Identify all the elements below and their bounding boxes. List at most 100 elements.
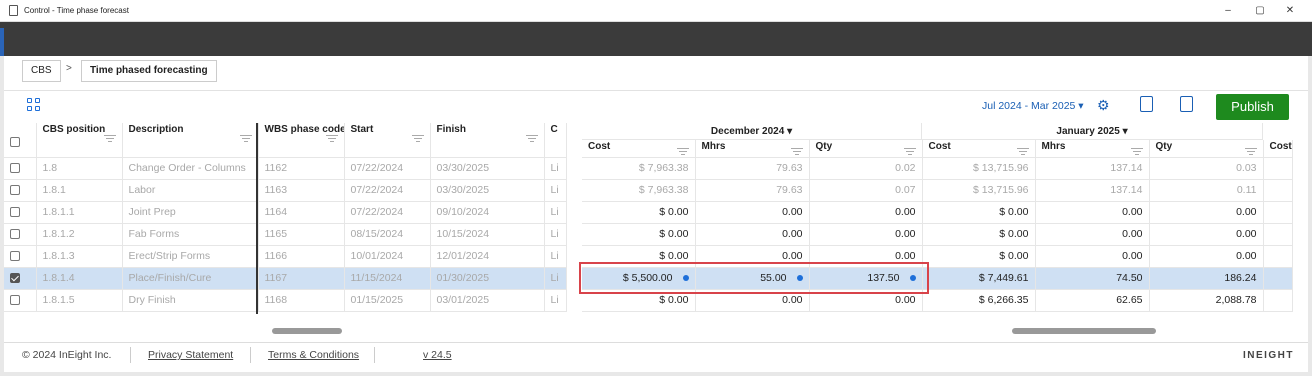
jan-mhrs-cell[interactable]: 0.00 <box>1035 201 1150 224</box>
dec-mhrs-cell[interactable]: 79.63 <box>695 179 810 202</box>
right-scroll-thumb[interactable] <box>1012 328 1156 334</box>
start-cell[interactable]: 07/22/2024 <box>344 157 431 180</box>
feb-cost-cell[interactable] <box>1263 157 1293 180</box>
terms-link[interactable]: Terms & Conditions <box>268 349 359 361</box>
left-scroll-thumb[interactable] <box>272 328 342 334</box>
start-cell[interactable]: 08/15/2024 <box>344 223 431 246</box>
table-row[interactable]: 1.8.1 Labor 1163 07/22/2024 03/30/2025 Li <box>4 179 567 202</box>
month-header-january[interactable]: January 2025 ▾ <box>922 123 1263 140</box>
start-cell[interactable]: 11/15/2024 <box>344 267 431 290</box>
row-checkbox[interactable] <box>10 163 20 174</box>
version-link[interactable]: v 24.5 <box>423 349 452 361</box>
jan-qty-cell[interactable]: 0.00 <box>1149 245 1264 268</box>
jan-mhrs-cell[interactable]: 0.00 <box>1035 223 1150 246</box>
c-cell[interactable]: Li <box>544 223 567 246</box>
breadcrumb-cbs[interactable]: CBS <box>22 60 61 82</box>
header-cbs-position[interactable]: CBS position <box>36 123 123 158</box>
month-header-december[interactable]: December 2024 ▾ <box>582 123 922 140</box>
jan-qty-cell[interactable]: 186.24 <box>1149 267 1264 290</box>
description-cell[interactable]: Fab Forms <box>122 223 259 246</box>
description-cell[interactable]: Change Order - Columns <box>122 157 259 180</box>
right-horizontal-scrollbar[interactable] <box>588 325 1294 337</box>
dec-cost-cell[interactable]: $ 7,963.38 <box>582 179 696 202</box>
filter-icon[interactable] <box>1016 148 1029 156</box>
description-cell[interactable]: Place/Finish/Cure <box>122 267 259 290</box>
row-checkbox[interactable] <box>10 207 20 218</box>
description-cell[interactable]: Joint Prep <box>122 201 259 224</box>
privacy-link[interactable]: Privacy Statement <box>148 349 233 361</box>
jan-qty-cell[interactable]: 0.11 <box>1149 179 1264 202</box>
jan-mhrs-cell[interactable]: 137.14 <box>1035 179 1150 202</box>
dec-cost-cell[interactable]: $ 7,963.38 <box>582 157 696 180</box>
header-wbs-phase-code[interactable]: WBS phase code <box>258 123 345 158</box>
feb-cost-cell[interactable] <box>1263 179 1293 202</box>
forecast-row[interactable]: $ 0.00 0.00 0.00 $ 0.00 0.00 0.00 <box>582 223 1293 246</box>
header-dec-mhrs[interactable]: Mhrs <box>695 140 810 158</box>
filter-icon[interactable] <box>790 148 803 156</box>
table-row[interactable]: 1.8.1.3 Erect/Strip Forms 1166 10/01/2024 12… <box>4 245 567 268</box>
date-range-selector[interactable]: Jul 2024 - Mar 2025 ▾ <box>982 100 1084 112</box>
row-checkbox[interactable] <box>10 185 20 196</box>
cbs-cell[interactable]: 1.8.1 <box>36 179 123 202</box>
row-select-cell[interactable] <box>4 201 37 224</box>
finish-cell[interactable]: 12/01/2024 <box>430 245 545 268</box>
jan-qty-cell[interactable]: 2,088.78 <box>1149 289 1264 312</box>
publish-button[interactable]: Publish <box>1216 94 1289 120</box>
finish-cell[interactable]: 03/01/2025 <box>430 289 545 312</box>
edit-document-icon[interactable] <box>1180 96 1193 112</box>
row-checkbox[interactable] <box>10 251 20 262</box>
start-cell[interactable]: 10/01/2024 <box>344 245 431 268</box>
jan-mhrs-cell[interactable]: 74.50 <box>1035 267 1150 290</box>
jan-cost-cell[interactable]: $ 0.00 <box>922 245 1036 268</box>
c-cell[interactable]: Li <box>544 157 567 180</box>
row-select-cell[interactable] <box>4 179 37 202</box>
table-row[interactable]: 1.8.1.1 Joint Prep 1164 07/22/2024 09/10/202… <box>4 201 567 224</box>
c-cell[interactable]: Li <box>544 289 567 312</box>
feb-cost-cell[interactable] <box>1263 245 1293 268</box>
finish-cell[interactable]: 03/30/2025 <box>430 157 545 180</box>
filter-icon[interactable] <box>1244 148 1257 156</box>
dec-qty-cell[interactable]: 0.00 <box>809 223 923 246</box>
select-all-header[interactable] <box>4 123 37 158</box>
select-all-checkbox[interactable] <box>10 137 20 147</box>
header-jan-mhrs[interactable]: Mhrs <box>1035 140 1150 158</box>
wbs-cell[interactable]: 1162 <box>258 157 345 180</box>
table-row[interactable]: 1.8 Change Order - Columns 1162 07/22/2024 0… <box>4 157 567 180</box>
forecast-row[interactable]: $ 7,963.38 79.63 0.02 $ 13,715.96 137.14 0.03 <box>582 157 1293 180</box>
header-start[interactable]: Start <box>344 123 431 158</box>
table-row[interactable]: 1.8.1.5 Dry Finish 1168 01/15/2025 03/01/202… <box>4 289 567 312</box>
header-jan-qty[interactable]: Qty <box>1149 140 1264 158</box>
feb-cost-cell[interactable] <box>1263 289 1293 312</box>
dec-mhrs-cell[interactable]: 0.00 <box>695 223 810 246</box>
description-cell[interactable]: Erect/Strip Forms <box>122 245 259 268</box>
table-row[interactable]: 1.8.1.2 Fab Forms 1165 08/15/2024 10/15/2024… <box>4 223 567 246</box>
c-cell[interactable]: Li <box>544 179 567 202</box>
start-cell[interactable]: 07/22/2024 <box>344 179 431 202</box>
filter-icon[interactable] <box>903 148 916 156</box>
filter-icon[interactable] <box>411 135 424 143</box>
filter-icon[interactable] <box>525 135 538 143</box>
wbs-cell[interactable]: 1164 <box>258 201 345 224</box>
wbs-cell[interactable]: 1167 <box>258 267 345 290</box>
header-feb-cost[interactable]: Cost <box>1263 140 1293 158</box>
table-row[interactable]: 1.8.1.4 Place/Finish/Cure 1167 11/15/2024 01… <box>4 267 567 290</box>
jan-mhrs-cell[interactable]: 62.65 <box>1035 289 1150 312</box>
jan-cost-cell[interactable]: $ 0.00 <box>922 223 1036 246</box>
start-cell[interactable]: 01/15/2025 <box>344 289 431 312</box>
filter-icon[interactable] <box>1130 148 1143 156</box>
cbs-cell[interactable]: 1.8.1.2 <box>36 223 123 246</box>
feb-cost-cell[interactable] <box>1263 267 1293 290</box>
row-select-cell[interactable] <box>4 157 37 180</box>
feb-cost-cell[interactable] <box>1263 223 1293 246</box>
finish-cell[interactable]: 03/30/2025 <box>430 179 545 202</box>
export-document-icon[interactable] <box>1140 96 1153 112</box>
dec-mhrs-cell[interactable]: 79.63 <box>695 157 810 180</box>
c-cell[interactable]: Li <box>544 267 567 290</box>
close-button[interactable]: ✕ <box>1280 3 1300 19</box>
cbs-cell[interactable]: 1.8.1.5 <box>36 289 123 312</box>
jan-cost-cell[interactable]: $ 13,715.96 <box>922 157 1036 180</box>
header-finish[interactable]: Finish <box>430 123 545 158</box>
row-select-cell[interactable] <box>4 267 37 290</box>
header-description[interactable]: Description <box>122 123 259 158</box>
filter-icon[interactable] <box>325 135 338 143</box>
